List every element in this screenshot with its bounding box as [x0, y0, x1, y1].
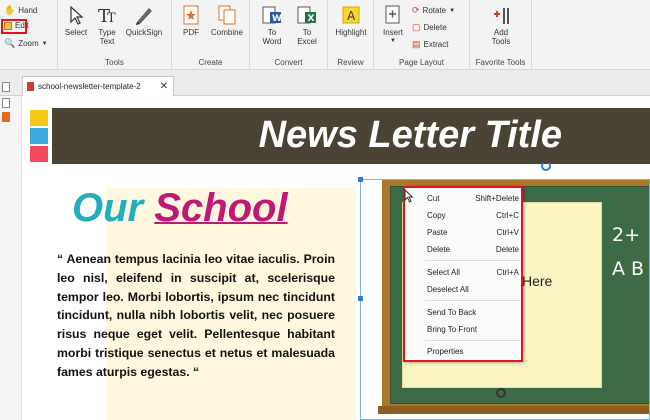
- body-paragraph[interactable]: “ Aenean tempus lacinia leo vitae iaculi…: [57, 250, 335, 382]
- excel-icon: X: [297, 6, 316, 24]
- add-tools-icon: [494, 8, 509, 24]
- insert-page-icon: [385, 5, 400, 24]
- add-tools-button[interactable]: Add Tools: [478, 4, 524, 46]
- combine-button[interactable]: Combine: [208, 4, 246, 37]
- to-word-button[interactable]: W To Word: [256, 4, 288, 46]
- select-button[interactable]: Select: [62, 4, 90, 37]
- chevron-down-icon: ▼: [41, 40, 48, 47]
- delete-page-icon: ▢: [412, 22, 421, 32]
- svg-text:X: X: [308, 14, 315, 24]
- resize-handle-left[interactable]: [358, 296, 363, 301]
- menu-item-cut[interactable]: Cut Shift+Delete: [427, 194, 519, 203]
- close-tab-icon[interactable]: ✕: [160, 81, 168, 92]
- highlight-button[interactable]: A Highlight: [330, 4, 372, 37]
- attachment-icon[interactable]: [2, 112, 10, 122]
- pdf-star-icon: [183, 5, 199, 25]
- menu-separator: [425, 340, 521, 341]
- menu-separator: [425, 300, 521, 301]
- svg-text:W: W: [272, 14, 282, 24]
- swatch-red: [30, 146, 48, 162]
- combine-icon: [218, 5, 236, 25]
- review-group: A Highlight Review: [328, 0, 374, 70]
- context-menu: Cut Shift+Delete Copy Ctrl+C Paste Ctrl+V D…: [403, 186, 523, 362]
- title-banner: News Letter Title: [52, 108, 650, 164]
- ribbon-toolbar: ✋ Hand Edit 🔍 Zoom ▼ Select TT Type Text…: [0, 0, 650, 70]
- our-school-heading[interactable]: Our School: [72, 186, 288, 231]
- mode-group: ✋ Hand Edit 🔍 Zoom ▼: [0, 0, 58, 70]
- swatch-blue: [30, 128, 48, 144]
- menu-item-properties[interactable]: Properties: [427, 347, 519, 356]
- svg-text:A: A: [347, 9, 356, 23]
- highlight-icon: A: [342, 6, 360, 24]
- extract-button[interactable]: ▤ Extract: [412, 39, 448, 50]
- left-side-panel: [0, 82, 22, 420]
- menu-item-paste[interactable]: Paste Ctrl+V: [427, 228, 519, 237]
- page-thumbnail-icon[interactable]: [2, 82, 10, 92]
- menu-item-send-to-back[interactable]: Send To Back: [427, 308, 519, 317]
- heading-our: Our: [72, 186, 144, 230]
- text-icon: TT: [98, 6, 116, 26]
- type-text-button[interactable]: TT Type Text: [94, 4, 120, 46]
- word-icon: W: [262, 6, 282, 24]
- menu-item-deselect-all[interactable]: Deselect All: [427, 285, 519, 294]
- document-tab[interactable]: school-newsletter-template-2 ✕: [22, 76, 174, 96]
- bookmark-icon[interactable]: [2, 98, 10, 108]
- create-group: PDF Combine Create: [172, 0, 250, 70]
- favorite-tools-group: Add Tools Favorite Tools: [470, 0, 532, 70]
- rotate-button[interactable]: ⟳ Rotate ▼: [412, 5, 455, 16]
- hand-tool[interactable]: ✋ Hand: [4, 5, 37, 16]
- rotate-icon: ⟳: [412, 5, 420, 15]
- swatch-yellow: [30, 110, 48, 126]
- tools-group: Select TT Type Text QuickSign Tools: [58, 0, 172, 70]
- edit-highlight-box: [1, 19, 27, 34]
- chevron-down-icon: ▼: [449, 7, 456, 14]
- quicksign-button[interactable]: QuickSign: [122, 4, 166, 37]
- chevron-down-icon: ▼: [390, 38, 396, 44]
- menu-separator: [425, 260, 521, 261]
- menu-item-bring-to-front[interactable]: Bring To Front: [427, 325, 519, 334]
- cursor-icon: [70, 5, 84, 25]
- page-layout-group: Insert ▼ ⟳ Rotate ▼ ▢ Delete ▤ Extract P…: [374, 0, 470, 70]
- extract-icon: ▤: [412, 39, 421, 49]
- pen-icon: [136, 8, 152, 25]
- menu-item-copy[interactable]: Copy Ctrl+C: [427, 211, 519, 220]
- banner-title[interactable]: News Letter Title: [259, 114, 562, 157]
- insert-button[interactable]: Insert ▼: [378, 4, 408, 46]
- delete-page-button[interactable]: ▢ Delete: [412, 22, 447, 33]
- to-excel-button[interactable]: X To Excel: [290, 4, 324, 46]
- menu-item-select-all[interactable]: Select All Ctrl+A: [427, 268, 519, 277]
- pdf-file-icon: [27, 82, 34, 91]
- rotate-handle-icon[interactable]: [541, 161, 551, 171]
- heading-school: School: [154, 186, 288, 230]
- zoom-tool[interactable]: 🔍 Zoom ▼: [4, 38, 48, 49]
- menu-item-delete[interactable]: Delete Delete: [427, 245, 519, 254]
- zoom-icon: 🔍: [4, 38, 16, 48]
- convert-group: W To Word X To Excel Convert: [250, 0, 328, 70]
- svg-text:T: T: [107, 11, 116, 26]
- pdf-editor-window: ✋ Hand Edit 🔍 Zoom ▼ Select TT Type Text…: [0, 0, 650, 420]
- mouse-cursor-icon: [404, 189, 414, 203]
- hand-icon: ✋: [4, 5, 16, 15]
- resize-handle-top-left[interactable]: [358, 177, 363, 182]
- pdf-button[interactable]: PDF: [178, 4, 204, 37]
